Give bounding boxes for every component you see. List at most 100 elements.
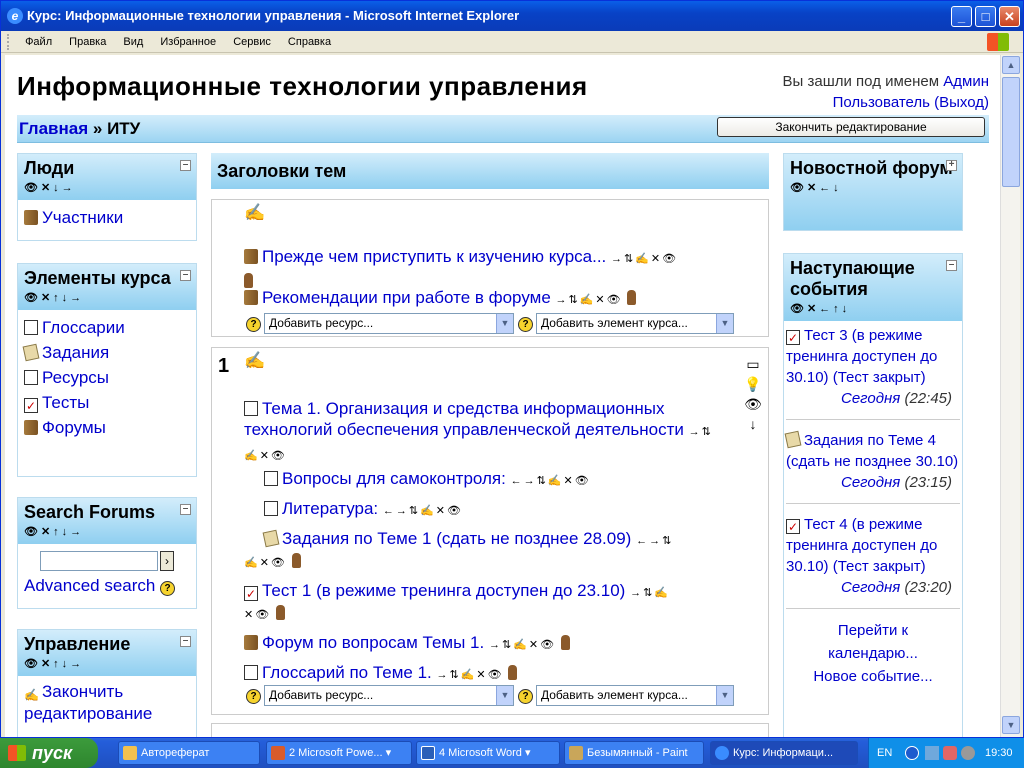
activity-tools[interactable]: ←→⇅✍✕👁	[383, 505, 463, 517]
menu-tools[interactable]: Сервис	[226, 31, 278, 53]
event-day-link[interactable]: Сегодня	[841, 390, 900, 407]
user-first-link[interactable]: Админ	[943, 73, 989, 90]
participants-link[interactable]: Участники	[42, 208, 123, 227]
collapse-toggle-icon[interactable]: –	[946, 260, 957, 271]
list-item[interactable]: Участники	[24, 205, 190, 230]
menu-favorites[interactable]: Избранное	[153, 31, 223, 53]
language-indicator[interactable]: EN	[877, 738, 892, 768]
event-link[interactable]: Задания по Теме 4 (сдать не позднее 30.1…	[786, 432, 958, 470]
activity-item[interactable]: ✓ Тест 1 (в режиме тренинга доступен до 2…	[244, 580, 724, 604]
group-mode-icon[interactable]	[275, 605, 285, 620]
edit-summary-icon[interactable]: ✍	[244, 202, 265, 223]
close-button[interactable]: ✕	[999, 6, 1020, 27]
activity-link[interactable]: Рекомендации при работе в форуме	[262, 288, 551, 307]
taskbar-item[interactable]: Автореферат	[118, 741, 260, 765]
block-controls[interactable]: 👁✕←↑↓	[790, 302, 956, 315]
event-day-link[interactable]: Сегодня	[841, 579, 900, 596]
add-resource-select[interactable]: Добавить ресурс... ▼	[264, 313, 514, 334]
block-controls[interactable]: 👁✕↑↓→	[24, 657, 190, 670]
activity-item[interactable]: Задания по Теме 1 (сдать не позднее 28.0…	[262, 528, 724, 552]
menu-view[interactable]: Вид	[116, 31, 150, 53]
resources-link[interactable]: Ресурсы	[42, 368, 109, 387]
forums-link[interactable]: Форумы	[42, 418, 106, 437]
volume-icon[interactable]	[961, 746, 975, 760]
help-icon[interactable]: ?	[160, 581, 176, 596]
menu-file[interactable]: Файл	[18, 31, 59, 53]
activity-item[interactable]: Глоссарий по Теме 1. →⇅✍✕👁	[244, 662, 724, 686]
event-day-link[interactable]: Сегодня	[841, 474, 900, 491]
collapse-section-icon[interactable]: ▭	[744, 354, 762, 374]
taskbar-item-active[interactable]: Курс: Информаци...	[710, 741, 858, 765]
activity-item[interactable]: Прежде чем приступить к изучению курса..…	[244, 246, 744, 291]
block-controls[interactable]: 👁✕↑↓→	[24, 291, 190, 304]
activity-link[interactable]: Форум по вопросам Темы 1.	[262, 633, 484, 652]
activity-tools[interactable]: →⇅✍✕👁	[437, 669, 504, 681]
activity-link[interactable]: Задания по Теме 1 (сдать не позднее 28.0…	[282, 529, 631, 548]
activity-link[interactable]: Литература:	[282, 499, 378, 518]
activity-item[interactable]: Литература: ←→⇅✍✕👁	[264, 498, 724, 522]
event-link[interactable]: Тест 4 (в режиме тренинга доступен до 30…	[786, 516, 937, 575]
activity-link[interactable]: Вопросы для самоконтроля:	[282, 469, 506, 488]
activity-item[interactable]: Тема 1. Организация и средства информаци…	[244, 398, 724, 467]
block-controls[interactable]: 👁✕←↓	[790, 181, 956, 194]
user-last-link[interactable]: Пользователь	[833, 94, 930, 111]
finish-editing-link[interactable]: Закончить редактирование	[24, 682, 152, 723]
activity-tools[interactable]: →⇅✍✕👁	[611, 253, 678, 265]
taskbar-item[interactable]: 2 Microsoft Powe... ▾	[266, 741, 412, 765]
collapse-toggle-icon[interactable]: –	[180, 636, 191, 647]
group-mode-icon[interactable]	[508, 665, 518, 680]
list-item[interactable]: ✓ Тесты	[24, 390, 190, 415]
breadcrumb-home[interactable]: Главная	[19, 119, 88, 138]
help-icon[interactable]: ?	[518, 689, 533, 704]
search-go-button[interactable]: ›	[160, 551, 174, 571]
scroll-thumb[interactable]	[1002, 77, 1020, 187]
move-down-icon[interactable]: ↓	[744, 414, 762, 434]
add-activity-select[interactable]: Добавить элемент курса... ▼	[536, 685, 734, 706]
activity-link[interactable]: Тест 1 (в режиме тренинга доступен до 23…	[262, 581, 625, 600]
menu-edit[interactable]: Правка	[62, 31, 113, 53]
list-item[interactable]: Глоссарии	[24, 315, 190, 340]
activity-tools[interactable]: →⇅✍	[630, 587, 670, 599]
activity-tools[interactable]: ✍✕👁	[244, 557, 287, 569]
list-item[interactable]: Форумы	[24, 415, 190, 440]
scroll-up-icon[interactable]: ▲	[1002, 56, 1020, 74]
taskbar-item[interactable]: 4 Microsoft Word ▾	[416, 741, 560, 765]
network-icon[interactable]	[925, 746, 939, 760]
advanced-search-link[interactable]: Advanced search	[24, 576, 155, 595]
finish-editing-button[interactable]: Закончить редактирование	[717, 117, 985, 137]
taskbar-item[interactable]: Безымянный - Paint	[564, 741, 704, 765]
add-resource-select[interactable]: Добавить ресурс... ▼	[264, 685, 514, 706]
activity-tools[interactable]: ✕👁	[244, 609, 271, 621]
group-mode-icon[interactable]	[560, 635, 570, 650]
collapse-toggle-icon[interactable]: –	[180, 270, 191, 281]
vertical-scrollbar[interactable]: ▲ ▼	[1000, 55, 1020, 737]
activity-item[interactable]: Рекомендации при работе в форуме →⇅✍✕👁	[244, 287, 744, 311]
activity-tools[interactable]: ←→⇅	[636, 535, 673, 547]
logout-link[interactable]: (Выход)	[934, 94, 989, 111]
help-icon[interactable]: ?	[246, 689, 261, 704]
goto-calendar-link[interactable]: Перейти к календарю...	[828, 622, 918, 662]
assignments-link[interactable]: Задания	[42, 343, 109, 362]
activity-link[interactable]: Прежде чем приступить к изучению курса..…	[262, 247, 606, 266]
security-icon[interactable]	[943, 746, 957, 760]
activity-tools[interactable]: →⇅✍✕👁	[556, 294, 623, 306]
help-icon[interactable]: ?	[246, 317, 261, 332]
menu-help[interactable]: Справка	[281, 31, 338, 53]
group-mode-icon[interactable]	[244, 273, 253, 288]
expand-toggle-icon[interactable]: +	[946, 160, 957, 171]
quizzes-link[interactable]: Тесты	[42, 393, 89, 412]
activity-item[interactable]: Форум по вопросам Темы 1. →⇅✍✕👁	[244, 632, 724, 656]
scroll-down-icon[interactable]: ▼	[1002, 716, 1020, 734]
event-link[interactable]: Тест 3 (в режиме тренинга доступен до 30…	[786, 327, 937, 386]
list-item[interactable]: Ресурсы	[24, 365, 190, 390]
group-mode-icon[interactable]	[291, 553, 301, 568]
edit-summary-icon[interactable]: ✍	[244, 350, 265, 371]
add-activity-select[interactable]: Добавить элемент курса... ▼	[536, 313, 734, 334]
block-controls[interactable]: 👁✕↓→	[24, 181, 190, 194]
collapse-toggle-icon[interactable]: –	[180, 160, 191, 171]
list-item[interactable]: Задания	[22, 340, 190, 365]
block-controls[interactable]: 👁✕↑↓→	[24, 525, 190, 538]
start-button[interactable]: пуск	[0, 738, 98, 768]
visibility-icon[interactable]: 👁	[744, 394, 762, 414]
help-icon[interactable]: ?	[518, 317, 533, 332]
